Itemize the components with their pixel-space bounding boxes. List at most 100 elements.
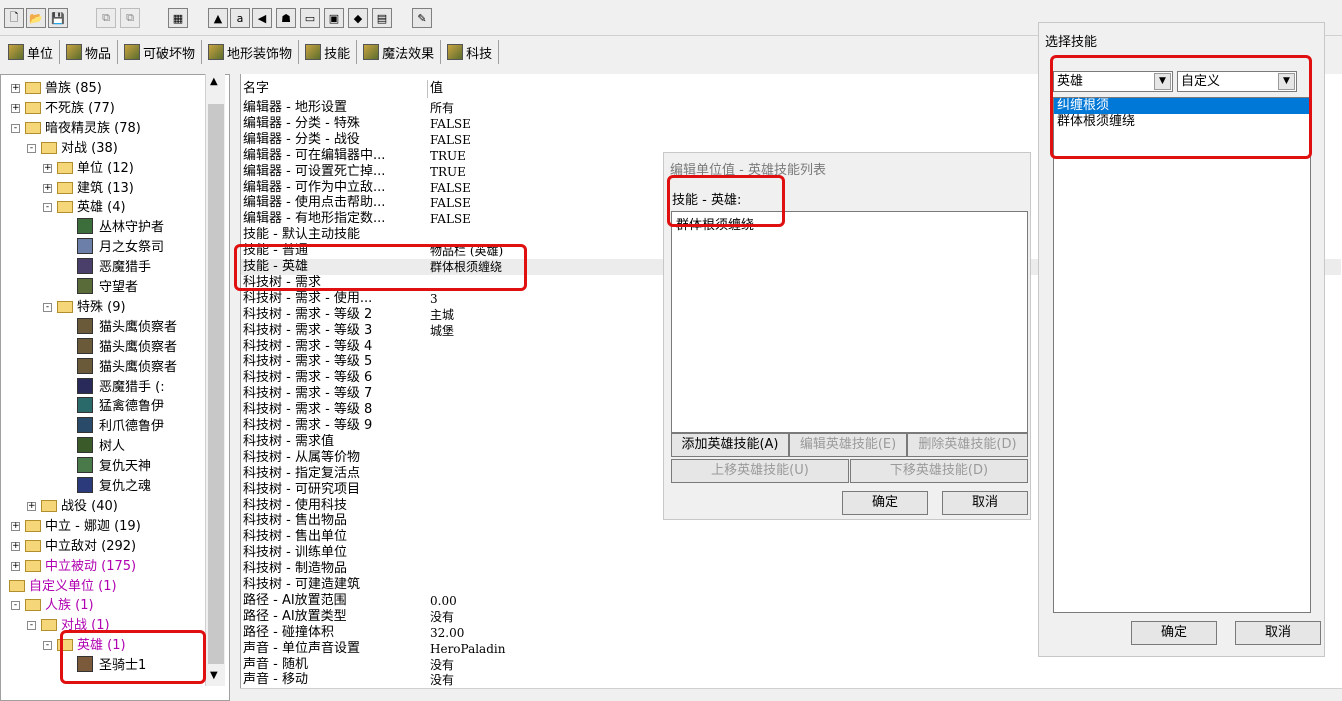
tree-item[interactable]: 丛林守护者 — [77, 218, 164, 237]
tree-item[interactable]: + 中立被动 (175) — [11, 557, 136, 576]
scroll-down-icon[interactable]: ▼ — [210, 670, 218, 681]
move-down-hero-skill-button[interactable]: 下移英雄技能(D) — [850, 459, 1028, 483]
tab-6[interactable]: 科技 — [441, 40, 500, 64]
list-item[interactable]: 纠缠根须 — [1054, 98, 1310, 114]
object-tree[interactable]: + 兽族 (85) + 不死族 (77) - 暗夜精灵族 (78) - 对战 (38) + 单位 … — [0, 74, 230, 701]
table-row[interactable]: 声音 - 随机 没有 — [241, 657, 1341, 673]
grid-horizontal-scrollbar[interactable] — [240, 688, 1342, 701]
copy-icon[interactable]: ⧉ — [96, 8, 116, 28]
tab-icon — [124, 44, 141, 60]
ok-button[interactable]: 确定 — [842, 491, 928, 515]
edit-hero-skill-button[interactable]: 编辑英雄技能(E) — [789, 433, 907, 457]
tree-item[interactable]: - 人族 (1) — [11, 596, 94, 615]
shop-icon[interactable]: a — [230, 8, 250, 28]
tree-item[interactable]: 自定义单位 (1) — [9, 577, 117, 596]
chevron-down-icon[interactable]: ▼ — [1154, 73, 1171, 90]
tab-4[interactable]: 技能 — [299, 40, 358, 64]
tab-2[interactable]: 可破坏物 — [118, 40, 203, 64]
tab-5[interactable]: 魔法效果 — [357, 40, 442, 64]
tree-item[interactable]: + 兽族 (85) — [11, 79, 102, 98]
table-row[interactable]: 声音 - 移动 没有 — [241, 672, 1341, 688]
new-file-icon[interactable]: 🗋 — [4, 8, 24, 28]
tree-item[interactable]: - 英雄 (4) — [43, 198, 126, 217]
list-item[interactable]: 群体根须缠绕 — [1054, 114, 1310, 130]
save-icon[interactable]: 💾 — [48, 8, 68, 28]
paste-icon[interactable]: ⧉ — [120, 8, 140, 28]
move-up-hero-skill-button[interactable]: 上移英雄技能(U) — [671, 459, 849, 483]
minimap-icon[interactable]: ▣ — [324, 8, 344, 28]
tree-item[interactable]: 恶魔猎手 (: — [77, 377, 165, 397]
property-name: 科技树 - 需求 - 等级 2 — [243, 306, 373, 322]
tree-item[interactable]: + 战役 (40) — [27, 497, 118, 516]
expand-icon[interactable]: + — [43, 163, 52, 173]
expand-icon[interactable]: + — [11, 561, 20, 571]
hero-skill-list[interactable]: 群体根须缠绕 — [671, 211, 1028, 433]
tree-item[interactable]: 复仇天神 — [77, 457, 151, 476]
palette-icon[interactable]: ✎ — [412, 8, 432, 28]
tree-item[interactable]: - 对战 (1) — [27, 616, 110, 635]
collapse-icon[interactable]: - — [43, 302, 52, 312]
expand-icon[interactable]: + — [11, 541, 20, 551]
delete-hero-skill-button[interactable]: 删除英雄技能(D) — [907, 433, 1028, 457]
tree-item[interactable]: 圣骑士1 — [77, 656, 146, 675]
tree-item[interactable]: 月之女祭司 — [77, 238, 164, 257]
script-icon[interactable]: ▤ — [372, 8, 392, 28]
tree-item[interactable]: - 英雄 (1) — [43, 636, 126, 655]
tree-item[interactable]: 树人 — [77, 437, 125, 456]
ok-button[interactable]: 确定 — [1131, 621, 1217, 645]
tree-item[interactable]: + 中立敌对 (292) — [11, 537, 136, 556]
add-hero-skill-button[interactable]: 添加英雄技能(A) — [671, 433, 789, 457]
open-folder-icon[interactable]: 📂 — [26, 8, 46, 28]
expand-icon[interactable]: + — [11, 84, 20, 93]
tree-item[interactable]: + 单位 (12) — [43, 159, 134, 178]
collapse-icon[interactable]: - — [11, 601, 20, 611]
tree-item[interactable]: 猫头鹰侦察者 — [77, 337, 177, 357]
chevron-down-icon[interactable]: ▼ — [1278, 73, 1295, 90]
tree-item[interactable]: - 对战 (38) — [27, 139, 118, 158]
expand-icon[interactable]: + — [11, 521, 20, 531]
expand-icon[interactable]: + — [27, 501, 36, 511]
column-header-value[interactable]: 值 — [428, 80, 548, 98]
tree-item[interactable]: + 建筑 (13) — [43, 179, 134, 198]
collapse-icon[interactable]: - — [27, 143, 36, 153]
tree-item[interactable]: 猛禽德鲁伊 — [77, 397, 164, 416]
expand-icon[interactable]: + — [43, 183, 52, 193]
skill-source-select[interactable]: 自定义 ▼ — [1177, 71, 1297, 92]
terrain-icon[interactable]: ▲ — [208, 8, 228, 28]
tree-item[interactable]: - 暗夜精灵族 (78) — [11, 119, 141, 138]
tree-item[interactable]: 猫头鹰侦察者 — [77, 357, 177, 377]
scroll-up-icon[interactable]: ▲ — [210, 76, 218, 87]
tree-item[interactable]: 复仇之魂 — [77, 477, 151, 496]
collapse-icon[interactable]: - — [43, 203, 52, 213]
tab-1[interactable]: 物品 — [60, 40, 119, 64]
tree-item[interactable]: + 不死族 (77) — [11, 99, 115, 118]
tree-item[interactable]: - 特殊 (9) — [43, 298, 126, 317]
tree-item[interactable]: 利爪德鲁伊 — [77, 417, 164, 436]
collapse-icon[interactable]: - — [11, 123, 20, 133]
tree-item[interactable]: 猫头鹰侦察者 — [77, 317, 177, 337]
cube-icon[interactable]: ◆ — [348, 8, 368, 28]
cancel-button[interactable]: 取消 — [1235, 621, 1321, 645]
unit-icon[interactable]: ☗ — [276, 8, 296, 28]
collapse-icon[interactable]: - — [27, 621, 36, 631]
column-header-name[interactable]: 名字 — [241, 80, 428, 98]
tab-3[interactable]: 地形装饰物 — [202, 40, 300, 64]
tree-item[interactable]: + 中立 - 娜迦 (19) — [11, 517, 141, 536]
tab-0[interactable]: 单位 — [2, 40, 61, 64]
skill-list[interactable]: 纠缠根须 群体根须缠绕 — [1053, 97, 1311, 613]
property-name: 编辑器 - 有地形指定数... — [243, 211, 386, 227]
tree-item[interactable]: 恶魔猎手 — [77, 258, 151, 277]
skill-category-select[interactable]: 英雄 ▼ — [1053, 71, 1173, 92]
expand-icon[interactable]: + — [11, 103, 20, 113]
cancel-button[interactable]: 取消 — [942, 491, 1028, 515]
tree-scroll-thumb[interactable] — [208, 104, 224, 664]
tree-item-label: 英雄 (4) — [77, 200, 126, 216]
tree-scrollbar[interactable]: ▲ ▼ — [205, 74, 225, 686]
property-value: 没有 — [430, 609, 455, 624]
import-icon[interactable]: ▭ — [300, 8, 320, 28]
tree-item[interactable]: 守望者 — [77, 278, 138, 297]
object-editor-icon[interactable]: ▦ — [168, 8, 188, 28]
collapse-icon[interactable]: - — [43, 641, 52, 651]
sound-icon[interactable]: ◀ — [252, 8, 272, 28]
list-item[interactable]: 群体根须缠绕 — [676, 214, 1023, 233]
